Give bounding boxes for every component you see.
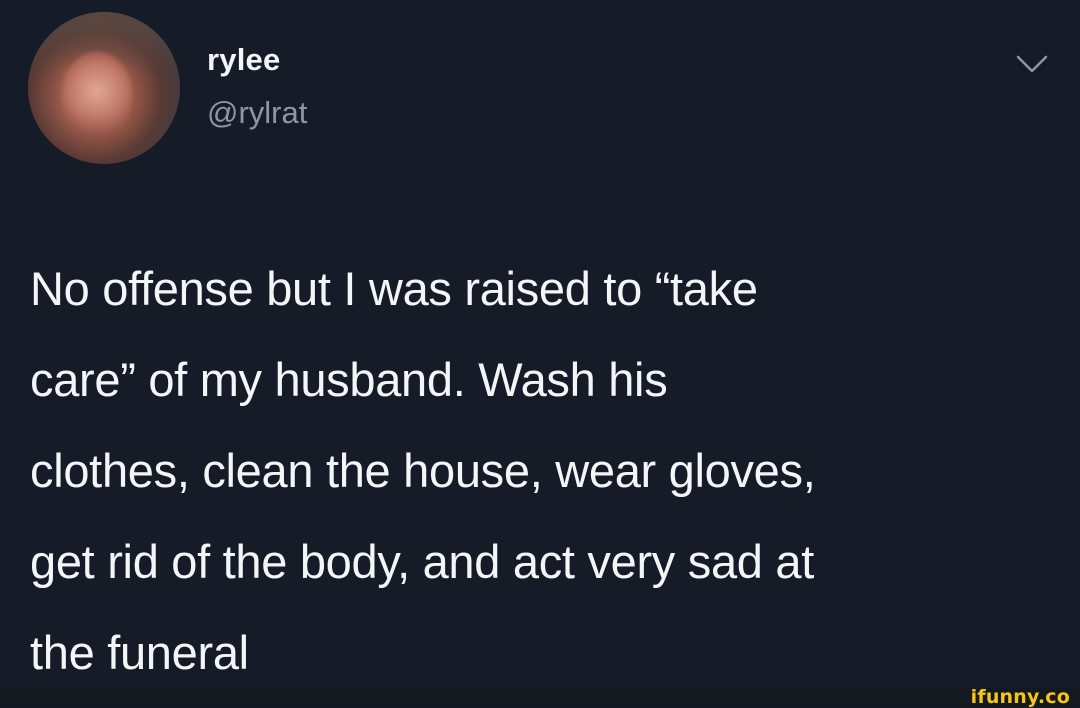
display-name[interactable]: rylee [207, 42, 280, 78]
avatar[interactable] [28, 12, 180, 164]
tweet-text: No offense but I was raised to “take car… [30, 262, 816, 679]
avatar-face [62, 52, 132, 138]
footer-bar [0, 687, 1080, 707]
tweet-card: rylee @rylrat No offense but I was raise… [0, 0, 1080, 687]
chevron-down-icon[interactable] [1014, 52, 1050, 78]
user-handle[interactable]: @rylrat [207, 95, 307, 131]
ifunny-watermark: ifunny.co [970, 686, 1070, 708]
